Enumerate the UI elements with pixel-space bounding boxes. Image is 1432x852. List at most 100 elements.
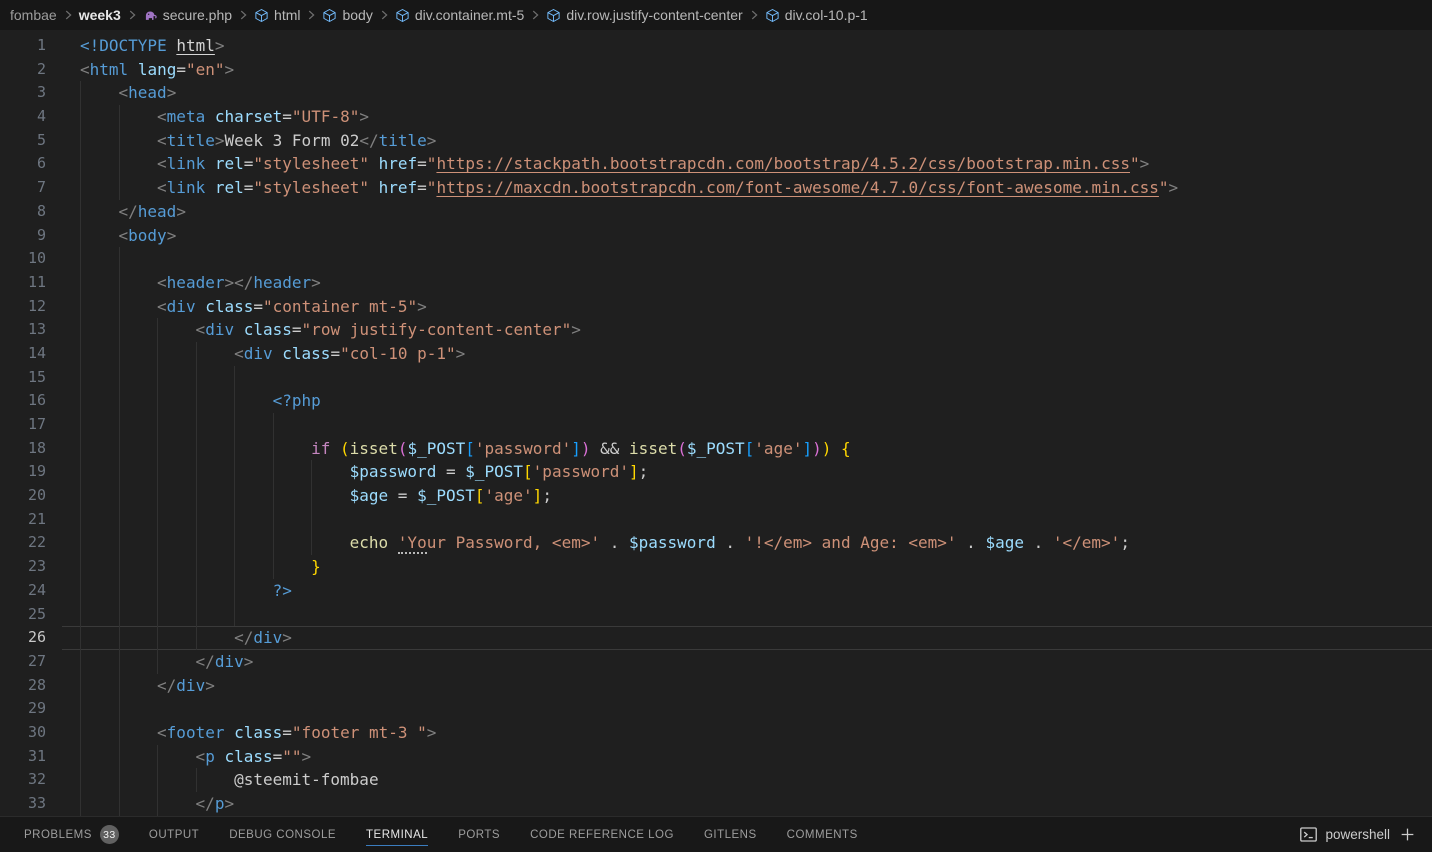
- line-number[interactable]: 32: [0, 768, 62, 792]
- breadcrumb-item-div-col-10-p-1[interactable]: div.col-10.p-1: [765, 0, 868, 30]
- line-number[interactable]: 27: [0, 650, 62, 674]
- line-number[interactable]: 11: [0, 271, 62, 295]
- line-number[interactable]: 20: [0, 484, 62, 508]
- line-content[interactable]: <html lang="en">: [62, 58, 1432, 82]
- code-line[interactable]: 27 </div>: [0, 649, 1432, 674]
- panel-tab-ports[interactable]: PORTS: [443, 817, 515, 852]
- line-number[interactable]: 13: [0, 318, 62, 342]
- line-number[interactable]: 7: [0, 176, 62, 200]
- code-line[interactable]: 12 <div class="container mt-5">: [0, 294, 1432, 319]
- code-line[interactable]: 11 <header></header>: [0, 270, 1432, 295]
- panel-tab-terminal[interactable]: TERMINAL: [351, 817, 443, 852]
- line-number[interactable]: 5: [0, 129, 62, 153]
- line-content[interactable]: echo 'Your Password, <em>' . $password .…: [62, 531, 1432, 556]
- code-line[interactable]: 17: [0, 413, 1432, 437]
- terminal-shell-selector[interactable]: powershell: [1299, 825, 1390, 844]
- code-line[interactable]: 8 </head>: [0, 199, 1432, 224]
- line-number[interactable]: 8: [0, 200, 62, 224]
- line-number[interactable]: 16: [0, 389, 62, 413]
- breadcrumb-item-div-row-justify-content-center[interactable]: div.row.justify-content-center: [546, 0, 743, 30]
- line-content[interactable]: <div class="col-10 p-1">: [62, 341, 1432, 366]
- line-number[interactable]: 14: [0, 342, 62, 366]
- code-line[interactable]: 16 <?php: [0, 389, 1432, 413]
- line-number[interactable]: 22: [0, 531, 62, 555]
- line-number[interactable]: 33: [0, 792, 62, 816]
- line-content[interactable]: [62, 365, 1432, 390]
- line-content[interactable]: <title>Week 3 Form 02</title>: [62, 128, 1432, 153]
- code-line[interactable]: 13 <div class="row justify-content-center…: [0, 318, 1432, 342]
- line-number[interactable]: 18: [0, 437, 62, 461]
- line-content[interactable]: $age = $_POST['age'];: [62, 484, 1432, 508]
- line-number[interactable]: 28: [0, 674, 62, 698]
- line-content[interactable]: [62, 602, 1432, 627]
- line-number[interactable]: 9: [0, 224, 62, 248]
- code-line[interactable]: 9 <body>: [0, 223, 1432, 248]
- line-number[interactable]: 25: [0, 603, 62, 627]
- line-content[interactable]: [62, 697, 1432, 721]
- line-number[interactable]: 4: [0, 105, 62, 129]
- line-content[interactable]: [62, 413, 1432, 437]
- panel-tab-comments[interactable]: COMMENTS: [772, 817, 873, 852]
- code-line[interactable]: 23}: [0, 555, 1432, 579]
- new-terminal-button[interactable]: [1399, 826, 1416, 843]
- line-content[interactable]: </p>: [62, 792, 1432, 816]
- code-area[interactable]: 1 <!DOCTYPE html> 2 <html lang="en"> 3 <head>…: [0, 30, 1432, 816]
- code-line[interactable]: 5 <title>Week 3 Form 02</title>: [0, 128, 1432, 153]
- line-content[interactable]: <div class="container mt-5">: [62, 294, 1432, 319]
- breadcrumb-item-secure-php[interactable]: secure.php: [143, 0, 232, 30]
- line-content[interactable]: <?php: [62, 389, 1432, 413]
- code-line[interactable]: 2 <html lang="en">: [0, 58, 1432, 82]
- line-number[interactable]: 21: [0, 508, 62, 532]
- code-line[interactable]: 32 @steemit-fombae: [0, 768, 1432, 792]
- code-line[interactable]: 21: [0, 507, 1432, 532]
- line-content[interactable]: <link rel="stylesheet" href="https://sta…: [62, 152, 1432, 177]
- line-number[interactable]: 3: [0, 81, 62, 105]
- line-content[interactable]: if (isset($_POST['password']) && isset($…: [62, 436, 1432, 461]
- line-content[interactable]: [62, 247, 1432, 271]
- line-number[interactable]: 30: [0, 721, 62, 745]
- breadcrumb-item-body[interactable]: body: [322, 0, 373, 30]
- line-number[interactable]: 15: [0, 366, 62, 390]
- line-number[interactable]: 23: [0, 555, 62, 579]
- line-content[interactable]: <p class="">: [62, 744, 1432, 769]
- line-number[interactable]: 26: [0, 626, 62, 650]
- code-line[interactable]: 10: [0, 247, 1432, 271]
- line-number[interactable]: 31: [0, 745, 62, 769]
- code-line[interactable]: 29: [0, 697, 1432, 721]
- line-content[interactable]: <meta charset="UTF-8">: [62, 105, 1432, 129]
- line-content[interactable]: </head>: [62, 199, 1432, 224]
- line-number[interactable]: 19: [0, 460, 62, 484]
- code-line[interactable]: 24 ?>: [0, 578, 1432, 603]
- line-content[interactable]: }: [62, 555, 1432, 579]
- panel-tab-problems[interactable]: PROBLEMS 33: [9, 817, 134, 852]
- line-content[interactable]: <link rel="stylesheet" href="https://max…: [62, 176, 1432, 200]
- line-content[interactable]: <!DOCTYPE html>: [62, 34, 1432, 58]
- breadcrumb-item-div-container-mt-5[interactable]: div.container.mt-5: [395, 0, 524, 30]
- line-content[interactable]: $password = $_POST['password'];: [62, 460, 1432, 485]
- line-number[interactable]: 12: [0, 295, 62, 319]
- code-line[interactable]: 28 </div>: [0, 673, 1432, 698]
- code-line[interactable]: 19 $password = $_POST['password'];: [0, 460, 1432, 485]
- line-content[interactable]: <head>: [62, 81, 1432, 106]
- code-line[interactable]: 18 if (isset($_POST['password']) && isset…: [0, 436, 1432, 461]
- line-content[interactable]: </div>: [62, 649, 1432, 674]
- line-number[interactable]: 2: [0, 58, 62, 82]
- line-content[interactable]: </div>: [62, 673, 1432, 698]
- breadcrumb-item-html[interactable]: html: [254, 0, 300, 30]
- code-line[interactable]: 14 <div class="col-10 p-1">: [0, 341, 1432, 366]
- code-line[interactable]: 31 <p class="">: [0, 744, 1432, 769]
- line-number[interactable]: 1: [0, 34, 62, 58]
- code-line[interactable]: 26 </div>: [0, 626, 1432, 650]
- panel-tab-gitlens[interactable]: GITLENS: [689, 817, 772, 852]
- panel-tab-code-reference-log[interactable]: CODE REFERENCE LOG: [515, 817, 689, 852]
- breadcrumb-item-week3[interactable]: week3: [79, 0, 121, 30]
- code-line[interactable]: 1 <!DOCTYPE html>: [0, 34, 1432, 58]
- code-line[interactable]: 20 $age = $_POST['age'];: [0, 484, 1432, 508]
- code-line[interactable]: 4 <meta charset="UTF-8">: [0, 105, 1432, 129]
- panel-tab-debug-console[interactable]: DEBUG CONSOLE: [214, 817, 351, 852]
- code-line[interactable]: 6 <link rel="stylesheet" href="https://st…: [0, 152, 1432, 177]
- line-number[interactable]: 29: [0, 697, 62, 721]
- code-line[interactable]: 33 </p>: [0, 792, 1432, 816]
- line-content[interactable]: ?>: [62, 578, 1432, 603]
- line-content[interactable]: </div>: [62, 626, 1432, 650]
